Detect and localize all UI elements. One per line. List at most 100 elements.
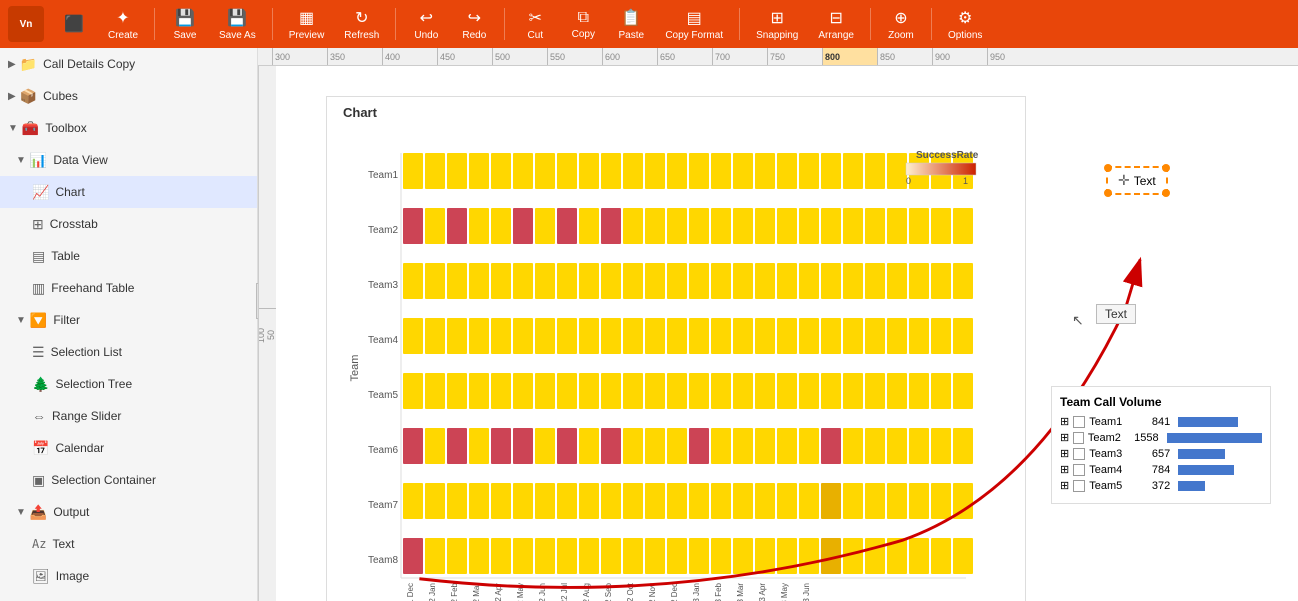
expand-icon-t3[interactable]: ⊞ xyxy=(1060,447,1069,460)
sidebar-item-calendar[interactable]: 📅 Calendar xyxy=(0,432,257,464)
sidebar-label-text: Text xyxy=(52,537,74,551)
toolbar-options-button[interactable]: ⚙ Options xyxy=(940,4,990,45)
expand-icon-t5[interactable]: ⊞ xyxy=(1060,479,1069,492)
sidebar-label-selectioncontainer: Selection Container xyxy=(51,473,156,487)
drag-text-element[interactable]: ✛ Text xyxy=(1106,166,1168,195)
expand-arrow-filter: ▼ xyxy=(16,315,26,326)
sidebar-label-rangeslider: Range Slider xyxy=(52,409,121,423)
sidebar-label-calendar: Calendar xyxy=(55,441,104,455)
toolbar-divider-2 xyxy=(272,8,273,40)
dataview-icon: 📊 xyxy=(30,152,47,169)
team5-value: 372 xyxy=(1138,480,1170,492)
toolbar-cut-button[interactable]: ✂ Cut xyxy=(513,4,557,45)
toolbar-zoom-button[interactable]: ⊕ Zoom xyxy=(879,4,923,45)
sidebar-item-text[interactable]: Az Text xyxy=(0,528,257,560)
svg-text:2022 Feb: 2022 Feb xyxy=(450,582,459,601)
toolbar-divider-1 xyxy=(154,8,155,40)
chart-svg: Team Team1 Team2 Team3 Team4 Team5 Team6… xyxy=(327,128,1025,588)
vruler-mark: 100 xyxy=(258,309,266,359)
svg-text:2021 Dec: 2021 Dec xyxy=(406,583,415,601)
sidebar-item-output[interactable]: ▼ 📤 Output xyxy=(0,496,257,528)
sidebar-item-dataview[interactable]: ▼ 📊 Data View xyxy=(0,144,257,176)
checkbox-t5[interactable] xyxy=(1073,480,1085,492)
tv-row-team4: ⊞ Team4 784 xyxy=(1060,463,1262,476)
text-icon: Az xyxy=(32,537,46,551)
chart-icon: 📈 xyxy=(32,184,49,201)
drag-text-label: Text xyxy=(1134,174,1156,188)
team2-label: Team2 xyxy=(1088,432,1127,444)
svg-text:0: 0 xyxy=(906,176,911,186)
svg-text:2022 Aug: 2022 Aug xyxy=(582,583,591,601)
crosstab-icon: ⊞ xyxy=(32,216,44,233)
svg-text:2022 May: 2022 May xyxy=(516,583,525,601)
svg-text:2023 Feb: 2023 Feb xyxy=(714,582,723,601)
toolbar-snapping-button[interactable]: ⊞ Snapping xyxy=(748,4,806,45)
toolbar-arrange-button[interactable]: ⊟ Arrange xyxy=(810,4,862,45)
sidebar-item-chart[interactable]: 📈 Chart xyxy=(0,176,257,208)
checkbox-t2[interactable] xyxy=(1073,432,1084,444)
checkbox-t1[interactable] xyxy=(1073,416,1085,428)
calendar-icon: 📅 xyxy=(32,440,49,457)
team3-value: 657 xyxy=(1138,448,1170,460)
svg-text:Team3: Team3 xyxy=(368,280,398,291)
svg-text:Team4: Team4 xyxy=(368,335,398,346)
sidebar-item-table[interactable]: ▤ Table xyxy=(0,240,257,272)
ruler-mark: 400 xyxy=(382,48,437,66)
cube-icon: 📦 xyxy=(20,88,37,105)
sidebar-item-selectioncontainer[interactable]: ▣ Selection Container xyxy=(0,464,257,496)
sidebar-label-selectiontree: Selection Tree xyxy=(55,377,132,391)
sidebar-item-freehandtable[interactable]: ▥ Freehand Table xyxy=(0,272,257,304)
expand-icon-t2[interactable]: ⊞ xyxy=(1060,431,1069,444)
expand-icon-t4[interactable]: ⊞ xyxy=(1060,463,1069,476)
team4-bar xyxy=(1178,465,1234,475)
team3-label: Team3 xyxy=(1089,448,1134,460)
table-icon: ▤ xyxy=(32,248,45,265)
output-icon: 📤 xyxy=(30,504,47,521)
tv-row-team1: ⊞ Team1 841 xyxy=(1060,415,1262,428)
selectiontree-icon: 🌲 xyxy=(32,376,49,393)
svg-text:2022 Sep: 2022 Sep xyxy=(604,582,613,601)
toolbar-copy-button[interactable]: ⧉ Copy xyxy=(561,5,605,44)
sidebar-item-crosstab[interactable]: ⊞ Crosstab xyxy=(0,208,257,240)
sidebar-item-cubes[interactable]: ▶ 📦 Cubes xyxy=(0,80,257,112)
chart-title: Chart xyxy=(327,97,1025,128)
toolbar-copyformat-button[interactable]: ▤ Copy Format xyxy=(657,4,731,45)
toolbar-undo-button[interactable]: ↩ Undo xyxy=(404,4,448,45)
sidebar-label-toolbox: Toolbox xyxy=(45,121,86,135)
team5-bar xyxy=(1178,481,1205,491)
sidebar-item-image[interactable]: 🖼 Image xyxy=(0,560,257,592)
sidebar-item-rangeslider[interactable]: ⇔ Range Slider xyxy=(0,400,257,432)
toolbar-red-icon[interactable]: ⬛ xyxy=(52,10,96,38)
checkbox-t3[interactable] xyxy=(1073,448,1085,460)
sidebar-item-selectiontree[interactable]: 🌲 Selection Tree xyxy=(0,368,257,400)
checkbox-t4[interactable] xyxy=(1073,464,1085,476)
toolbar-paste-button[interactable]: 📋 Paste xyxy=(609,4,653,45)
canvas[interactable]: Chart Team Team1 Team2 Team3 Team4 Team5… xyxy=(276,66,1298,601)
ruler-mark: 450 xyxy=(437,48,492,66)
svg-text:Team7: Team7 xyxy=(368,500,398,511)
sidebar-item-calldetails[interactable]: ▶ 📁 Call Details Copy xyxy=(0,48,257,80)
toolbar-refresh-button[interactable]: ↻ Refresh xyxy=(336,4,387,45)
toolbar-preview-button[interactable]: ▦ Preview xyxy=(281,4,333,45)
toolbar-saveas-button[interactable]: 💾 Save As xyxy=(211,4,264,45)
sidebar-item-filter[interactable]: ▼ 🔽 Filter xyxy=(0,304,257,336)
toolbar-save-button[interactable]: 💾 Save xyxy=(163,4,207,45)
svg-text:2022 Jun: 2022 Jun xyxy=(538,583,547,601)
tooltip-text-label: Text xyxy=(1105,307,1127,321)
sidebar-item-toolbox[interactable]: ▼ 🧰 Toolbox xyxy=(0,112,257,144)
ruler-mark: 800 xyxy=(822,48,877,66)
sidebar-label-selectionlist: Selection List xyxy=(51,345,122,359)
ruler-mark: 350 xyxy=(327,48,382,66)
vertical-ruler: 50 100 150 200 250 300 350 400 450 500 xyxy=(258,66,276,601)
expand-arrow-cubes: ▶ xyxy=(8,91,16,102)
sidebar-item-selectionlist[interactable]: ☰ Selection List xyxy=(0,336,257,368)
expand-icon-t1[interactable]: ⊞ xyxy=(1060,415,1069,428)
toolbar-divider-6 xyxy=(870,8,871,40)
toolbar-redo-button[interactable]: ↪ Redo xyxy=(452,4,496,45)
team4-value: 784 xyxy=(1138,464,1170,476)
toolbar-create-button[interactable]: ✦ Create xyxy=(100,4,146,45)
toolbar-divider-4 xyxy=(504,8,505,40)
team1-bar xyxy=(1178,417,1238,427)
svg-text:2022 Jul: 2022 Jul xyxy=(560,583,569,601)
ruler-mark: 950 xyxy=(987,48,1042,66)
